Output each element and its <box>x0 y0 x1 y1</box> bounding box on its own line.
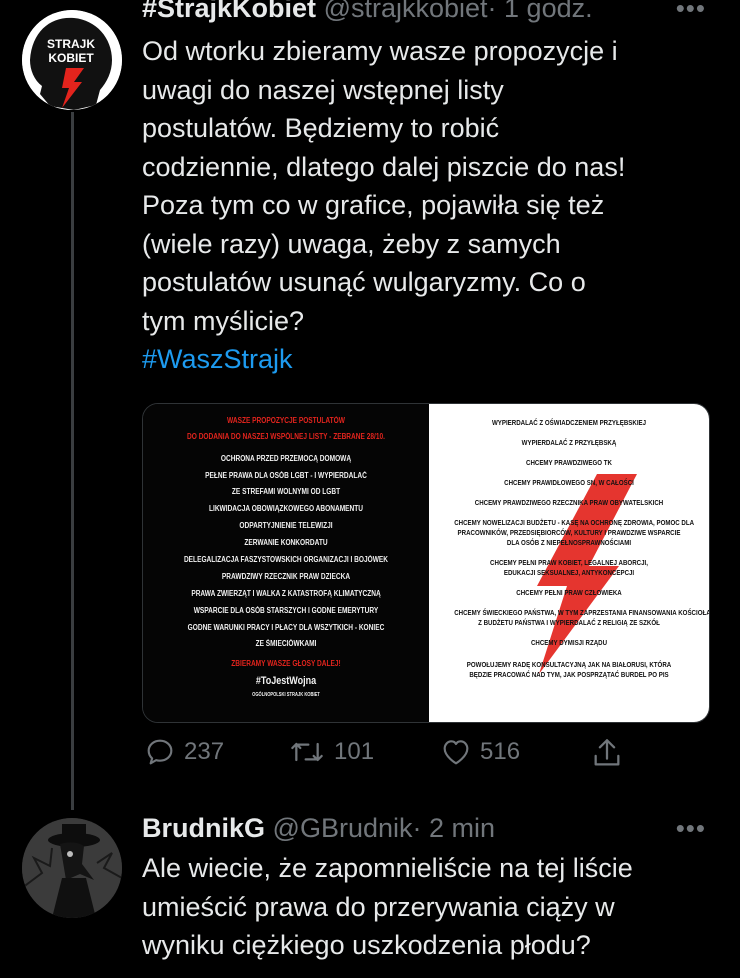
tweet-1-text: Od wtorku zbieramy wasze propozycje i uw… <box>142 32 716 379</box>
tweet-text-line: Poza tym co w grafice, pojawiła się też <box>142 190 605 220</box>
avatar-text-line-1: STRAJK <box>47 37 95 51</box>
media-right-line: WYPIERDALAĆ Z OŚWIADCZENIEM PRZYŁĘBSKIEJ <box>491 418 647 427</box>
media-left-line: ZBIERAMY WASZE GŁOSY DALEJ! <box>231 659 341 668</box>
tweet-timestamp[interactable]: · 2 min <box>413 813 496 843</box>
plague-doctor-avatar-icon <box>22 818 122 918</box>
media-left-line: #ToJestWojna <box>255 675 317 687</box>
media-left-line: ZERWANIE KONKORDATU <box>244 538 328 547</box>
media-left-line: PRAWA ZWIERZĄT I WALKA Z KATASTROFĄ KLIM… <box>191 589 381 598</box>
tweet-text-line: codziennie, dlatego dalej piszcie do nas… <box>142 151 626 182</box>
author-name[interactable]: #StrajkKobiet <box>142 0 316 23</box>
retweet-button[interactable]: 101 <box>288 736 374 768</box>
media-right-line: CHCEMY PRAWDZIWEGO TK <box>526 458 612 467</box>
tweet-media-image[interactable]: WASZE PROPOZYCJE POSTULATÓW DO DODANIA DO… <box>142 403 710 723</box>
media-left-line: PRAWDZIWY RZECZNIK PRAW DZIECKA <box>221 572 351 581</box>
media-right-line: Z BUDŻETU PAŃSTWA I WYPIERDALAĆ Z RELIGI… <box>478 618 660 627</box>
tweet-text-line: postulatów. Będziemy to robić <box>142 113 500 143</box>
reply-button[interactable]: 237 <box>144 736 224 768</box>
media-right-line: CHCEMY PRAWIDŁOWEGO SN, W CAŁOŚCI <box>504 478 634 487</box>
tweet-1-header: #StrajkKobiet @strajkkobiet· 1 godz. ••• <box>142 0 716 24</box>
share-icon <box>594 739 620 766</box>
retweet-count: 101 <box>334 738 375 765</box>
media-left-line: ODPARTYJNIENIE TELEWIZJI <box>239 521 333 530</box>
avatar-text-line-2: KOBIET <box>48 51 94 65</box>
tweet-text-line: Od wtorku zbieramy wasze propozycje i <box>142 36 618 66</box>
tweet-1[interactable]: #StrajkKobiet @strajkkobiet· 1 godz. •••… <box>142 0 716 379</box>
tweet-1-actions: 237 101 516 <box>142 736 662 774</box>
more-options-icon[interactable]: ••• <box>676 812 706 844</box>
media-right-line: WYPIERDALAĆ Z PRZYŁĘBSKĄ <box>521 438 617 447</box>
tweet-2-text: Ale wiecie, że zapomnieliście na tej liś… <box>142 849 716 965</box>
media-right-line: CHCEMY PRAWDZIWEGO RZECZNIKA PRAW OBYWAT… <box>474 498 664 507</box>
tweet-2-header: BrudnikG @GBrudnik· 2 min ••• <box>142 812 716 844</box>
author-handle[interactable]: @GBrudnik <box>273 813 413 843</box>
media-left-line: OCHRONA PRZED PRZEMOCĄ DOMOWĄ <box>220 454 352 463</box>
media-right-line: EDUKACJI SEKSUALNEJ, ANTYKONCEPCJI <box>503 568 635 577</box>
brudnikg-avatar[interactable] <box>22 818 122 918</box>
media-left-line: WSPARCIE DLA OSÓB STARSZYCH I GODNE EMER… <box>193 606 379 615</box>
media-left-line: LIKWIDACJA OBOWIĄZKOWEGO ABONAMENTU <box>208 504 364 513</box>
media-right-line: CHCEMY ŚWIECKIEGO PAŃSTWA, W TYM ZAPRZES… <box>454 608 710 617</box>
reply-icon <box>147 739 173 765</box>
tweet-text-line: (wiele razy) uwaga, żeby z samych <box>142 228 561 259</box>
strajk-kobiet-avatar[interactable]: STRAJK KOBIET <box>22 10 122 110</box>
tweet-text-line: wyniku ciężkiego uszkodzenia płodu? <box>142 930 591 960</box>
media-left-line: GODNE WARUNKI PRACY I PŁACY DLA WSZYTKIC… <box>187 623 385 632</box>
like-button[interactable]: 516 <box>440 736 520 768</box>
author-name[interactable]: BrudnikG <box>142 813 265 843</box>
media-right-line: POWOŁUJEMY RADĘ KONSULTACYJNĄ JAK NA BIA… <box>466 660 672 669</box>
tweet-text-line: tym myślicie? <box>142 305 305 336</box>
media-left-line: ZE ŚMIECIÓWKAMI <box>255 639 317 648</box>
reply-count: 237 <box>184 738 225 765</box>
media-left-panel: WASZE PROPOZYCJE POSTULATÓW DO DODANIA DO… <box>143 404 429 722</box>
media-right-line: CHCEMY PEŁNI PRAW KOBIET, LEGALNEJ ABORC… <box>490 558 648 567</box>
tweet-text-line: umieścić prawa do przerywania ciąży w <box>142 891 615 922</box>
tweet-timestamp[interactable]: · 1 godz. <box>488 0 593 23</box>
share-button[interactable] <box>590 736 624 770</box>
more-options-icon[interactable]: ••• <box>676 0 706 24</box>
media-right-line: BĘDZIE PRACOWAĆ NAD TYM, JAK POSPRZĄTAĆ … <box>469 670 669 679</box>
media-right-line: DLA OSÓB Z NIEPEŁNOSPRAWNOŚCIAMI <box>506 538 632 547</box>
tweet-text-line: Ale wiecie, że zapomnieliście na tej liś… <box>142 853 633 883</box>
media-right-line: CHCEMY DYMISJI RZĄDU <box>530 638 608 647</box>
media-right-panel: WYPIERDALAĆ Z OŚWIADCZENIEM PRZYŁĘBSKIEJ… <box>429 404 709 722</box>
media-right-line: CHCEMY PEŁNI PRAW CZŁOWIEKA <box>516 588 622 597</box>
heart-icon <box>443 740 469 765</box>
media-left-line: ZE STREFAMI WOLNYMI OD LGBT <box>231 487 341 496</box>
like-count: 516 <box>480 738 521 765</box>
hashtag-link[interactable]: #WaszStrajk <box>142 340 716 379</box>
tweet-text-line: uwagi do naszej wstępnej listy <box>142 74 504 105</box>
tweet-text-line: postulatów usunąć wulgaryzmy. Co o <box>142 267 586 297</box>
media-left-line: OGÓLNOPOLSKI STRAJK KOBIET <box>252 692 320 698</box>
retweet-icon <box>291 742 323 762</box>
strajk-kobiet-logo-icon: STRAJK KOBIET <box>22 10 122 110</box>
author-handle[interactable]: @strajkkobiet <box>324 0 488 23</box>
tweet-2[interactable]: BrudnikG @GBrudnik· 2 min ••• Ale wiecie… <box>142 812 716 965</box>
thread-connector-line <box>71 112 74 810</box>
media-left-line: PEŁNE PRAWA DLA OSÓB LGBT - I WYPIERDALA… <box>205 471 367 480</box>
media-left-line: WASZE PROPOZYCJE POSTULATÓW <box>227 416 345 425</box>
media-left-line: DELEGALIZACJA FASZYSTOWSKICH ORGANIZACJI… <box>183 555 389 564</box>
media-right-line: PRACOWNIKÓW, PRZEDSIĘBIORCÓW, KULTURY I … <box>457 528 681 537</box>
media-right-line: CHCEMY NOWELIZACJI BUDŻETU - KASĘ NA OCH… <box>454 518 695 527</box>
media-left-line: DO DODANIA DO NASZEJ WSPÓLNEJ LISTY - ZE… <box>187 432 385 441</box>
